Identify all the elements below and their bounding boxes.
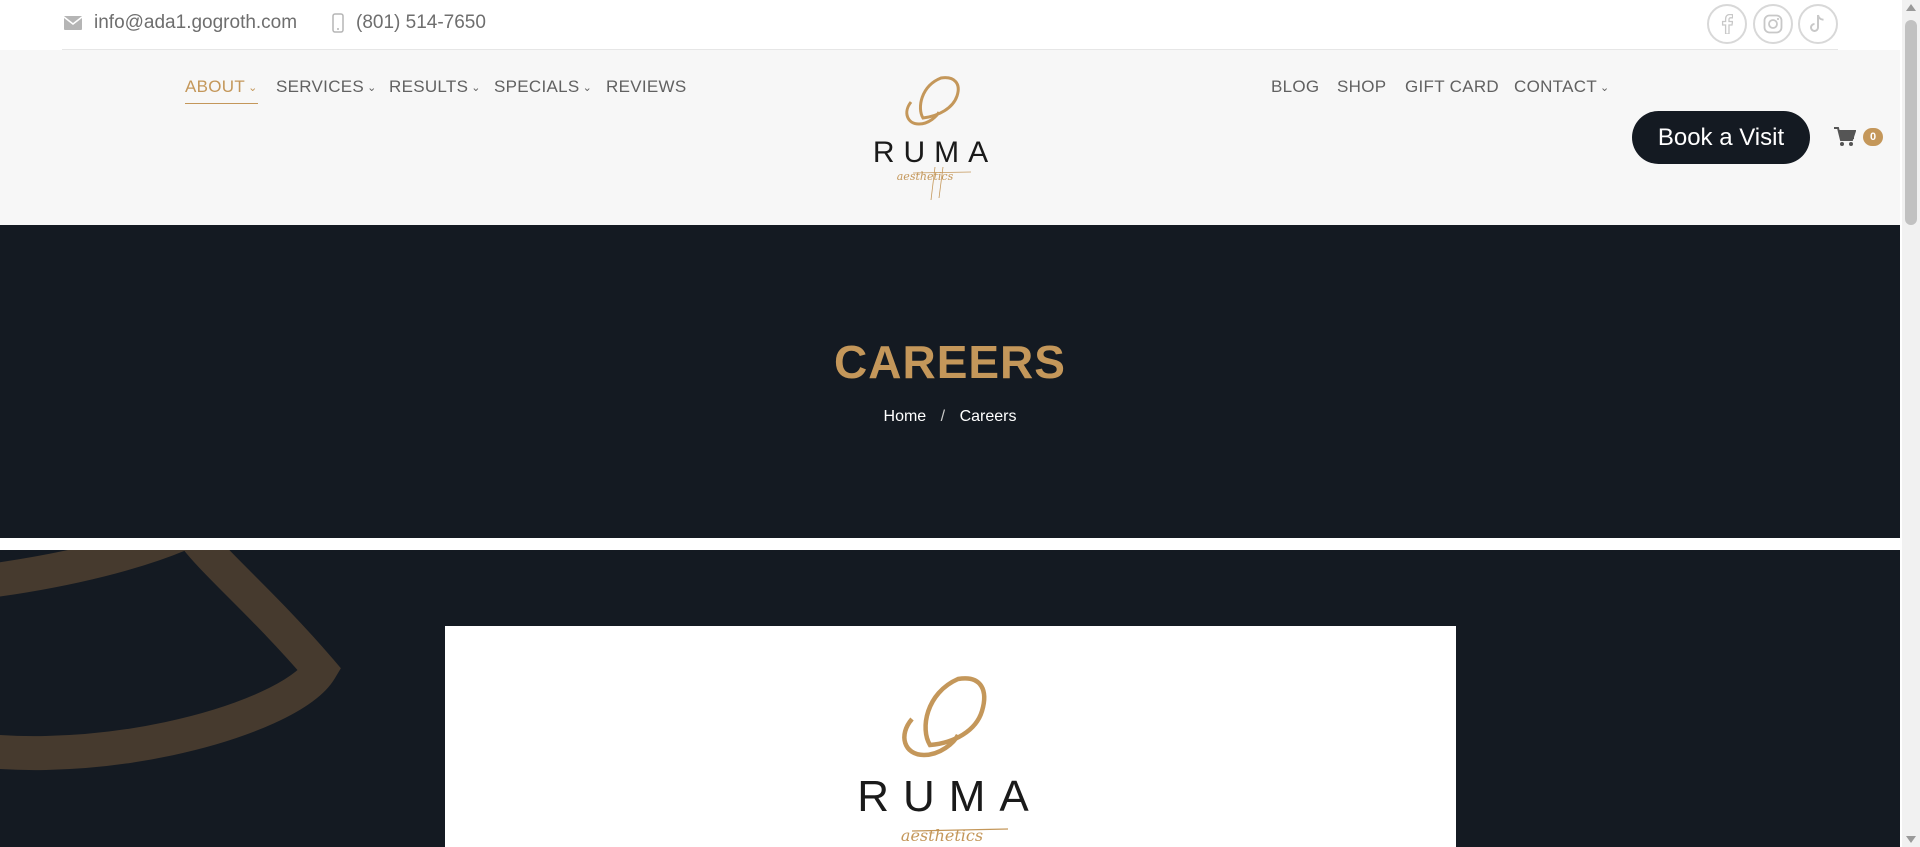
cart-icon[interactable] xyxy=(1834,127,1856,147)
nav-results-label: RESULTS xyxy=(389,77,469,96)
top-bar-inner: info@ada1.gogroth.com (801) 514-7650 xyxy=(62,0,1838,50)
instagram-button[interactable] xyxy=(1753,4,1793,44)
section-divider xyxy=(0,538,1900,550)
facebook-icon xyxy=(1721,14,1733,34)
phone-text: (801) 514-7650 xyxy=(356,12,486,33)
nav-gift-card-label: GIFT CARD xyxy=(1405,77,1500,96)
facebook-button[interactable] xyxy=(1707,4,1747,44)
nav-shop[interactable]: SHOP xyxy=(1337,77,1386,97)
instagram-icon xyxy=(1763,14,1783,34)
cart-count-badge: 0 xyxy=(1863,128,1883,146)
nav-results[interactable]: RESULTS ⌄ xyxy=(389,77,481,97)
phone-icon xyxy=(332,13,344,33)
nav-specials-label: SPECIALS xyxy=(494,77,580,96)
logo-tagline: aesthetics xyxy=(897,170,954,183)
logo-wordmark: RUMA xyxy=(873,136,997,169)
careers-card: RUMA aesthetics xyxy=(445,626,1456,847)
phone-link[interactable]: (801) 514-7650 xyxy=(332,12,486,34)
page-scrollbar[interactable] xyxy=(1902,0,1920,847)
nav-contact-label: CONTACT xyxy=(1514,77,1597,96)
nav-reviews[interactable]: REVIEWS xyxy=(606,77,687,97)
card-logo-wordmark: RUMA xyxy=(857,772,1043,821)
scroll-down-arrow-icon[interactable] xyxy=(1906,836,1916,843)
nav-gift-card[interactable]: GIFT CARD xyxy=(1405,77,1499,97)
leaf-logo-icon xyxy=(905,76,960,126)
decorative-leaf-icon xyxy=(0,550,341,771)
breadcrumb-separator: / xyxy=(940,408,946,425)
scroll-up-arrow-icon[interactable] xyxy=(1906,4,1916,11)
breadcrumb-home[interactable]: Home xyxy=(884,408,927,425)
nav-specials[interactable]: SPECIALS ⌄ xyxy=(494,77,592,97)
nav-reviews-label: REVIEWS xyxy=(606,77,687,96)
nav-contact[interactable]: CONTACT ⌄ xyxy=(1514,77,1610,97)
chevron-down-icon: ⌄ xyxy=(582,81,593,94)
top-bar: info@ada1.gogroth.com (801) 514-7650 xyxy=(0,0,1900,50)
ruma-logo[interactable]: RUMA aesthetics xyxy=(873,72,998,202)
email-link[interactable]: info@ada1.gogroth.com xyxy=(64,12,297,34)
nav-about-label: ABOUT xyxy=(185,77,246,96)
chevron-down-icon: ⌄ xyxy=(367,81,377,94)
careers-content-section: RUMA aesthetics xyxy=(0,550,1900,847)
breadcrumb-current: Careers xyxy=(959,408,1017,425)
card-ruma-logo: RUMA aesthetics xyxy=(857,676,1043,845)
breadcrumb: Home / Careers xyxy=(0,408,1900,426)
book-visit-button[interactable]: Book a Visit xyxy=(1632,111,1810,164)
nav-services-label: SERVICES xyxy=(276,77,365,96)
email-text: info@ada1.gogroth.com xyxy=(94,12,298,33)
nav-about[interactable]: ABOUT ⌄ xyxy=(185,77,258,104)
chevron-down-icon: ⌄ xyxy=(248,81,258,94)
tiktok-icon xyxy=(1810,14,1824,32)
chevron-down-icon: ⌄ xyxy=(1600,81,1610,94)
nav-blog[interactable]: BLOG xyxy=(1271,77,1319,97)
tiktok-button[interactable] xyxy=(1798,4,1838,44)
mail-icon xyxy=(64,16,82,30)
nav-shop-label: SHOP xyxy=(1337,77,1387,96)
leaf-logo-icon xyxy=(902,676,987,758)
card-logo-tagline: aesthetics xyxy=(901,826,983,845)
scroll-thumb[interactable] xyxy=(1905,20,1917,225)
page-title: CAREERS xyxy=(834,336,1066,388)
nav-services[interactable]: SERVICES ⌄ xyxy=(276,77,377,97)
page-title-hero: CAREERS Home / Careers xyxy=(0,225,1900,538)
chevron-down-icon: ⌄ xyxy=(471,81,481,94)
nav-blog-label: BLOG xyxy=(1271,77,1320,96)
